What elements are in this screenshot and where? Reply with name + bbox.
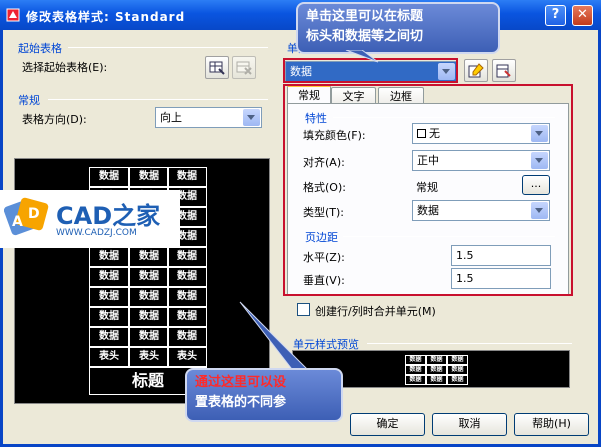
new-style-icon — [468, 63, 484, 78]
mini-preview-cell: 数据 — [405, 375, 426, 385]
ok-button[interactable]: 确定 — [350, 413, 425, 436]
mini-preview-cell: 数据 — [447, 365, 468, 375]
preview-header-cell: 表头 — [89, 347, 129, 367]
preview-data-cell: 数据 — [89, 307, 129, 327]
tab-panel-highlight — [283, 84, 573, 296]
mini-preview-cell: 数据 — [426, 355, 447, 365]
table-direction-select[interactable]: 向上 — [155, 107, 262, 128]
preview-header-cell: 表头 — [167, 347, 207, 367]
preview-data-cell: 数据 — [89, 287, 129, 307]
callout-top-pointer — [345, 50, 379, 63]
cad-logo-icon: A D — [4, 197, 49, 236]
new-cell-style-button[interactable] — [464, 59, 488, 82]
general-divider — [48, 99, 268, 100]
callout-bottom-line2: 置表格的不同参 — [195, 395, 287, 410]
watermark-url: WWW.CADZJ.COM — [56, 228, 137, 238]
watermark-brand: CAD之家 — [56, 202, 161, 230]
merge-cells-label: 创建行/列时合并单元(M) — [315, 305, 436, 318]
preview-data-cell: 数据 — [129, 287, 169, 307]
window-title: 修改表格样式: Standard — [26, 10, 186, 24]
callout-top-line1: 单击这里可以在标题 — [306, 9, 424, 24]
select-starting-table-label: 选择起始表格(E): — [22, 61, 108, 74]
preview-data-cell: 数据 — [167, 287, 207, 307]
preview-data-cell: 数据 — [89, 247, 129, 267]
callout-top-line2: 标头和数据等之间切 — [306, 29, 424, 44]
mini-preview-cell: 数据 — [447, 355, 468, 365]
table-direction-label: 表格方向(D): — [22, 113, 87, 126]
chevron-down-icon — [243, 109, 260, 126]
preview-data-cell: 数据 — [89, 327, 129, 347]
help-window-button[interactable]: ? — [545, 5, 566, 26]
select-table-button[interactable] — [205, 56, 229, 79]
preview-data-cell: 数据 — [89, 267, 129, 287]
mini-preview-cell: 数据 — [447, 375, 468, 385]
preview-data-cell: 数据 — [129, 267, 169, 287]
callout-bottom-line1: 通过这里可以设 — [195, 375, 287, 390]
preview-data-cell: 数据 — [167, 307, 207, 327]
table-direction-value: 向上 — [160, 111, 182, 124]
delete-table-button[interactable] — [232, 56, 256, 79]
callout-top: 单击这里可以在标题 标头和数据等之间切 — [296, 2, 500, 54]
preview-data-cell: 数据 — [167, 167, 207, 187]
callout-bottom: 通过这里可以设 置表格的不同参 — [185, 368, 343, 422]
mini-preview-cell: 数据 — [405, 365, 426, 375]
app-icon — [6, 8, 20, 22]
preview-data-cell: 数据 — [129, 307, 169, 327]
mini-preview-cell: 数据 — [405, 355, 426, 365]
preview-data-cell: 数据 — [167, 267, 207, 287]
manage-cell-style-button[interactable] — [492, 59, 516, 82]
table-delete-icon — [236, 61, 252, 75]
general-group-label: 常规 — [18, 94, 40, 107]
preview-data-cell: 数据 — [129, 247, 169, 267]
mini-preview-cell: 数据 — [426, 365, 447, 375]
preview-data-cell: 数据 — [167, 327, 207, 347]
preview-data-cell: 数据 — [89, 167, 129, 187]
mini-preview-cell: 数据 — [426, 375, 447, 385]
preview-data-cell: 数据 — [129, 327, 169, 347]
preview-divider — [367, 343, 572, 344]
table-select-icon — [209, 61, 225, 75]
manage-style-icon — [496, 64, 511, 78]
preview-data-cell: 数据 — [167, 247, 207, 267]
close-window-button[interactable]: ✕ — [572, 5, 593, 26]
preview-header-cell: 表头 — [129, 347, 169, 367]
svg-text:A: A — [12, 214, 23, 230]
cancel-button[interactable]: 取消 — [432, 413, 507, 436]
help-button[interactable]: 帮助(H) — [514, 413, 589, 436]
watermark-logo: A D CAD之家 WWW.CADZJ.COM — [0, 190, 180, 248]
starting-table-divider — [68, 47, 268, 48]
svg-text:D: D — [28, 206, 40, 222]
preview-data-cell: 数据 — [129, 167, 169, 187]
starting-table-group-label: 起始表格 — [18, 42, 62, 55]
